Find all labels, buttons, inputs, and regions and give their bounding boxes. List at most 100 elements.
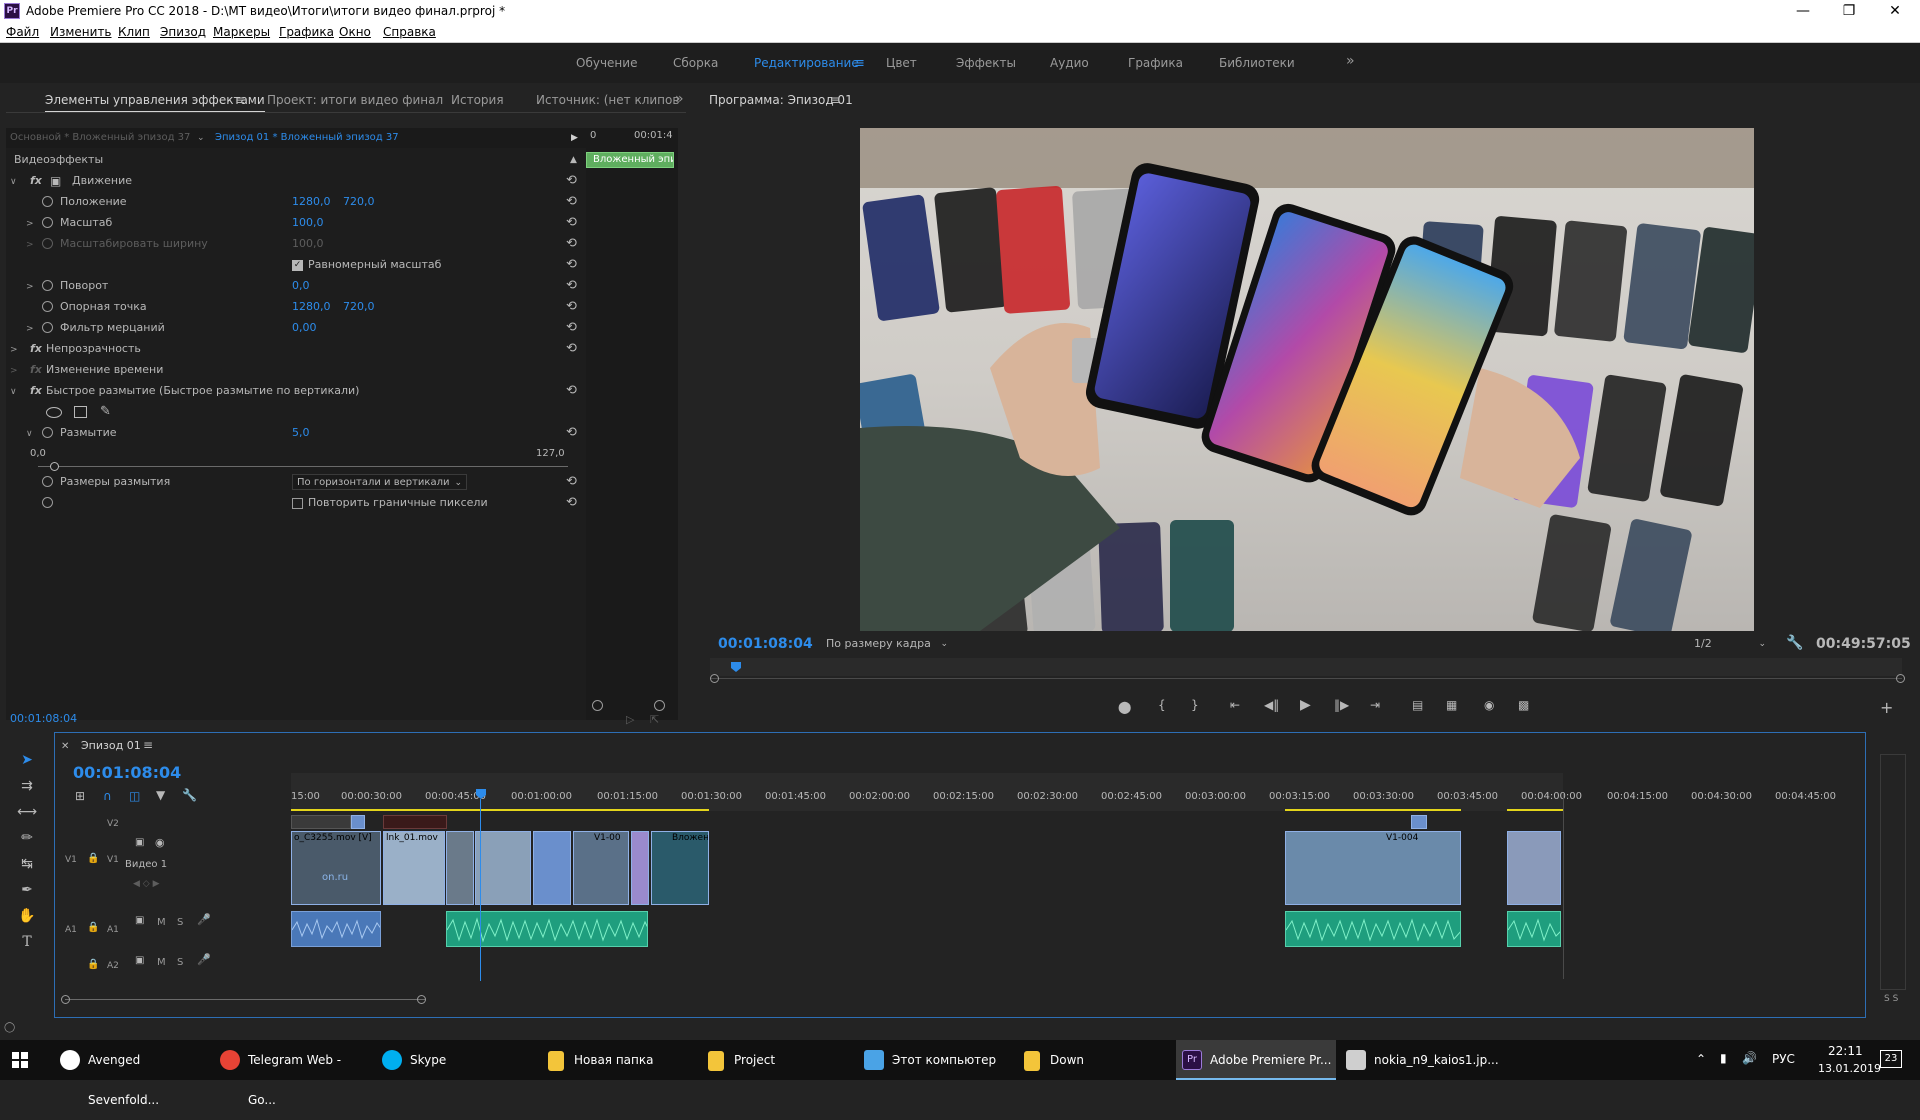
more-workspaces-icon[interactable]: » — [1346, 53, 1355, 69]
fx-icon[interactable]: fx — [30, 381, 42, 401]
solo-button[interactable]: S — [177, 957, 183, 968]
expand-chevron-icon[interactable]: > — [10, 340, 18, 360]
pen-tool-icon[interactable]: ✒ — [16, 880, 38, 900]
taskbar-item[interactable]: Этот компьютер — [858, 1040, 1008, 1080]
v2-clip[interactable] — [351, 815, 365, 829]
audio-clip[interactable] — [1285, 911, 1461, 947]
stopwatch-icon[interactable] — [42, 280, 53, 291]
hand-tool-icon[interactable]: ✋ — [16, 906, 38, 926]
go-to-in-icon[interactable]: ⇤ — [1230, 698, 1240, 712]
zoom-handle-left[interactable] — [61, 995, 70, 1004]
workspace-editing[interactable]: Редактирование — [754, 56, 859, 70]
reset-icon[interactable]: ⟲ — [566, 297, 577, 317]
workspace-audio[interactable]: Аудио — [1050, 56, 1089, 70]
reset-icon[interactable]: ⟲ — [566, 276, 577, 296]
expand-chevron-icon[interactable]: ∨ — [10, 382, 17, 402]
timeline-tab[interactable]: Эпизод 01 — [81, 739, 141, 752]
blur-dimensions-dropdown[interactable]: По горизонтали и вертикали ⌄ — [292, 474, 467, 490]
slip-tool-icon[interactable]: ↹ — [16, 854, 38, 874]
comparison-view-icon[interactable]: ▩ — [1518, 698, 1529, 712]
motion-row[interactable]: ∨ fx ▣ Движение ⟲ — [6, 171, 586, 191]
go-to-out-icon[interactable]: ⇥ — [1370, 698, 1380, 712]
video-clip[interactable]: V1-00 — [573, 831, 629, 905]
stopwatch-icon[interactable] — [42, 427, 53, 438]
battery-icon[interactable]: ▮ — [1720, 1051, 1727, 1065]
type-tool-icon[interactable]: T — [16, 932, 38, 952]
menu-window[interactable]: Окно — [339, 25, 371, 39]
taskbar-item[interactable]: Down — [1016, 1040, 1136, 1080]
uniform-scale-checkbox[interactable]: ✓ — [292, 260, 303, 271]
mark-out-icon[interactable]: } — [1191, 698, 1199, 712]
stopwatch-icon[interactable] — [42, 322, 53, 333]
taskbar-item[interactable]: Новая папка — [540, 1040, 670, 1080]
stopwatch-icon[interactable] — [42, 217, 53, 228]
lock-icon[interactable]: 🔒 — [87, 853, 99, 864]
eye-icon[interactable]: ◉ — [155, 836, 165, 849]
filter-icon[interactable]: ▷ — [626, 713, 634, 726]
zoom-handle-left[interactable] — [710, 674, 719, 683]
workspace-graphics[interactable]: Графика — [1128, 56, 1183, 70]
source-patch-v1[interactable]: V1 — [65, 855, 77, 865]
microphone-icon[interactable]: 🎤 — [197, 913, 211, 926]
keyframe-nav-icon[interactable]: ◀ ◇ ▶ — [133, 879, 160, 889]
reset-icon[interactable]: ⟲ — [566, 192, 577, 212]
timeline-zoom-scrollbar[interactable] — [65, 999, 425, 1000]
expand-chevron-icon[interactable]: ∨ — [26, 424, 33, 444]
reset-icon[interactable]: ⟲ — [566, 423, 577, 443]
menu-graphics[interactable]: Графика — [279, 25, 334, 39]
master-clip-label[interactable]: Основной * Вложенный эпизод 37 — [10, 128, 190, 148]
selection-tool-icon[interactable]: ➤ — [16, 750, 38, 770]
language-indicator[interactable]: РУС — [1772, 1052, 1795, 1066]
v2-clip[interactable] — [291, 815, 351, 829]
workspace-effects[interactable]: Эффекты — [956, 56, 1016, 70]
notification-center-icon[interactable]: 23 — [1880, 1050, 1902, 1068]
tab-source[interactable]: Источник: (нет клипов — [536, 93, 679, 107]
fast-blur-row[interactable]: ∨ fx Быстрое размытие (Быстрое размытие … — [6, 381, 586, 401]
add-button-icon[interactable]: + — [1880, 698, 1893, 717]
add-marker-icon[interactable]: ⬤ — [1118, 700, 1131, 714]
track-select-tool-icon[interactable]: ⇉ — [16, 776, 38, 796]
taskbar-item[interactable]: Pr Adobe Premiere Pr... — [1176, 1040, 1336, 1080]
chevron-down-icon[interactable]: ⌄ — [197, 128, 205, 148]
play-icon[interactable]: ▶ — [571, 128, 578, 148]
export-icon[interactable]: ⇱ — [650, 713, 659, 726]
reset-icon[interactable]: ⟲ — [566, 339, 577, 359]
menu-edit[interactable]: Изменить — [50, 25, 112, 39]
track-v1-label[interactable]: V1 — [107, 855, 119, 865]
rectangle-mask-icon[interactable] — [74, 406, 87, 418]
track-a2-label[interactable]: A2 — [107, 961, 119, 971]
maximize-button[interactable]: ❐ — [1826, 0, 1872, 22]
menu-file[interactable]: Файл — [6, 25, 39, 39]
work-area-bar[interactable] — [291, 809, 709, 811]
stopwatch-icon[interactable] — [42, 196, 53, 207]
step-forward-icon[interactable]: ‖▶ — [1334, 698, 1349, 712]
clock-time[interactable]: 22:11 — [1828, 1044, 1863, 1058]
blur-value[interactable]: 5,0 — [292, 423, 310, 443]
menu-help[interactable]: Справка — [383, 25, 436, 39]
reset-icon[interactable]: ⟲ — [566, 381, 577, 401]
taskbar-item[interactable]: nokia_n9_kaios1.jp... — [1340, 1040, 1499, 1080]
lift-icon[interactable]: ▤ — [1412, 698, 1423, 712]
scroll-up-icon[interactable]: ▲ — [570, 150, 577, 170]
taskbar-item[interactable]: Telegram Web - Go... — [214, 1040, 370, 1107]
meter-solo-icon[interactable]: S S — [1884, 994, 1898, 1004]
stopwatch-icon[interactable] — [42, 476, 53, 487]
zoom-handle-left[interactable] — [592, 700, 603, 711]
flicker-value[interactable]: 0,00 — [292, 318, 317, 338]
panel-menu-icon[interactable]: ≡ — [830, 93, 840, 107]
menu-sequence[interactable]: Эпизод — [160, 25, 206, 39]
insert-nested-icon[interactable]: ⊞ — [75, 789, 85, 803]
resolution-dropdown[interactable]: 1/2 ⌄ — [1690, 636, 1770, 652]
vertical-scrollbar[interactable] — [1563, 793, 1564, 979]
clock-date[interactable]: 13.01.2019 — [1818, 1062, 1881, 1075]
workspace-menu-icon[interactable]: ≡ — [854, 56, 865, 71]
windows-start-icon[interactable] — [12, 1052, 28, 1068]
show-hidden-icons-icon[interactable]: ⌃ — [1696, 1052, 1706, 1066]
anchor-x-value[interactable]: 1280,0 — [292, 297, 331, 317]
play-icon[interactable]: ▶ — [1300, 697, 1311, 713]
video-clip[interactable] — [475, 831, 531, 905]
sequence-clip-label[interactable]: Эпизод 01 * Вложенный эпизод 37 — [215, 128, 399, 148]
tab-effect-controls[interactable]: Элементы управления эффектами — [45, 93, 265, 113]
taskbar-item[interactable]: Project — [700, 1040, 820, 1080]
tab-panel-menu-icon[interactable]: ≡ — [235, 93, 245, 107]
